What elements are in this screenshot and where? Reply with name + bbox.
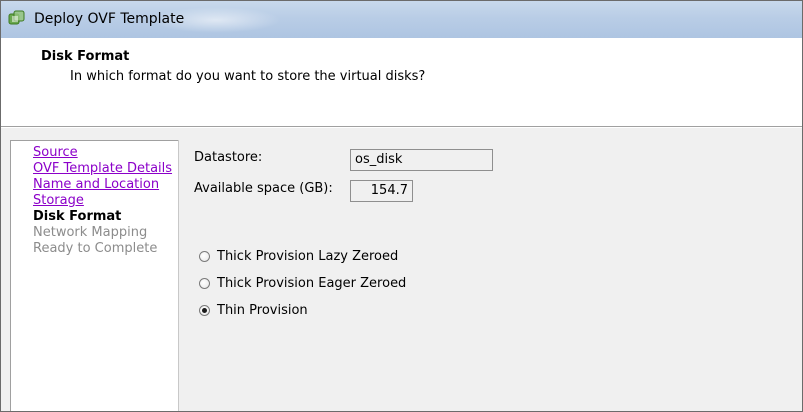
wizard-steps: Source OVF Template Details Name and Loc… — [10, 140, 178, 411]
option-thick-lazy-label[interactable]: Thick Provision Lazy Zeroed — [217, 249, 398, 265]
available-space-label: Available space (GB): — [194, 181, 333, 196]
step-name-and-location[interactable]: Name and Location — [33, 177, 159, 193]
step-storage[interactable]: Storage — [33, 193, 84, 209]
header-divider-highlight — [1, 127, 802, 128]
datastore-field: os_disk — [350, 149, 493, 171]
radio-thick-eager[interactable] — [199, 278, 210, 289]
step-disk-format: Disk Format — [33, 209, 122, 224]
radio-thick-lazy[interactable] — [199, 251, 210, 262]
step-ready-to-complete: Ready to Complete — [33, 241, 158, 256]
vsphere-logo-icon — [8, 10, 25, 25]
step-network-mapping: Network Mapping — [33, 225, 148, 240]
step-source[interactable]: Source — [33, 145, 78, 161]
deploy-ovf-dialog: Deploy OVF Template Disk Format In which… — [0, 0, 803, 412]
title-bar[interactable]: Deploy OVF Template — [1, 1, 802, 38]
wizard-header: Disk Format In which format do you want … — [1, 38, 802, 126]
window-title: Deploy OVF Template — [34, 11, 185, 27]
page-subtitle: In which format do you want to store the… — [70, 69, 426, 84]
datastore-label: Datastore: — [194, 150, 263, 165]
option-thick-eager-label[interactable]: Thick Provision Eager Zeroed — [217, 276, 406, 292]
radio-thin[interactable] — [199, 305, 210, 316]
page-title: Disk Format — [41, 49, 130, 64]
option-thin-label[interactable]: Thin Provision — [217, 303, 308, 319]
available-space-field: 154.7 — [350, 180, 413, 202]
step-ovf-template-details[interactable]: OVF Template Details — [33, 161, 172, 177]
disk-format-panel: Datastore: os_disk Available space (GB):… — [178, 140, 802, 411]
